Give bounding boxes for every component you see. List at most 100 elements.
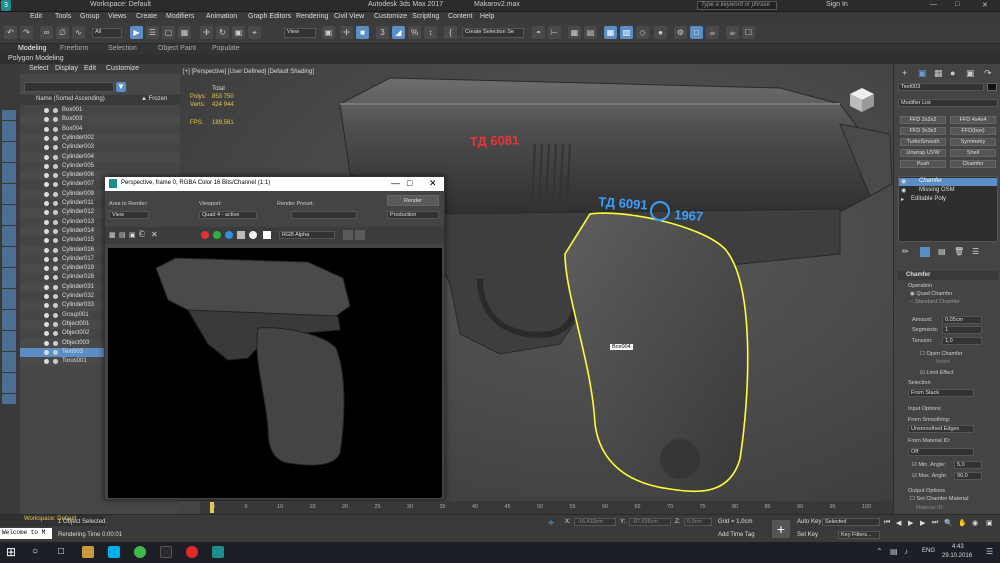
open-chamfer-checkbox[interactable]: ☐ Open Chamfer	[920, 351, 963, 357]
menu-views[interactable]: Views	[108, 13, 127, 20]
area-to-render-select[interactable]: View	[109, 211, 149, 219]
edit-named-sel-icon[interactable]: {	[444, 26, 457, 39]
scale-icon[interactable]: ▣	[232, 26, 245, 39]
min-angle-spinner[interactable]: 5,0	[954, 461, 982, 469]
pin-stack-icon[interactable]: ✏	[902, 247, 909, 256]
render-window-minimize-icon[interactable]: —	[391, 178, 400, 188]
visibility-icon[interactable]	[44, 108, 49, 113]
menu-graph-editors[interactable]: Graph Editors	[248, 13, 291, 20]
modifier-button-ffd-3x3x3[interactable]: FFD 3x3x3	[900, 127, 946, 135]
close-icon[interactable]: ✕	[982, 1, 988, 9]
selection-key-select[interactable]: Selected	[822, 518, 880, 526]
monochrome-toggle[interactable]	[249, 231, 257, 239]
window-crossing-icon[interactable]: ▦	[178, 26, 191, 39]
modifier-list-select[interactable]: Modifier List	[898, 99, 998, 107]
explorer-menu-edit[interactable]: Edit	[84, 65, 96, 72]
language-indicator[interactable]: ENG	[922, 548, 935, 554]
max-angle-spinner[interactable]: 90,0	[954, 472, 982, 480]
modifier-button-ffd-box-[interactable]: FFD(box)	[950, 127, 996, 135]
file-explorer-icon[interactable]	[82, 546, 94, 558]
app-logo-icon[interactable]: 3	[1, 0, 11, 11]
placement-icon[interactable]: ⌖	[248, 26, 261, 39]
x-coord-field[interactable]: -16,430cm	[574, 518, 616, 526]
visibility-icon[interactable]	[44, 331, 49, 337]
select-by-name-icon[interactable]: ☰	[146, 26, 159, 39]
green-channel-toggle[interactable]	[213, 231, 221, 239]
show-end-result-icon[interactable]	[920, 247, 930, 257]
menu-help[interactable]: Help	[480, 13, 494, 20]
render-button[interactable]: Render	[387, 195, 439, 206]
visibility-icon[interactable]	[44, 266, 49, 272]
select-manipulate-icon[interactable]: ✛	[340, 26, 353, 39]
visibility-icon[interactable]	[44, 145, 49, 151]
eye-icon[interactable]: ◉	[901, 178, 906, 185]
explorer-filter-icon[interactable]	[2, 236, 16, 246]
background-color-swatch[interactable]	[263, 231, 271, 239]
menu-group[interactable]: Group	[80, 13, 99, 20]
link-icon[interactable]: ∞	[40, 26, 53, 39]
absolute-mode-icon[interactable]: ✛	[548, 519, 554, 527]
smoothing-select[interactable]: Unsmoothed Edges	[908, 425, 974, 433]
visibility-icon[interactable]	[44, 275, 49, 281]
set-chamfer-material-checkbox[interactable]: ☐ Set Chamfer Material	[910, 496, 968, 502]
quad-chamfer-radio[interactable]: ◉ Quad Chamfer	[910, 291, 952, 297]
explorer-filter-icon[interactable]	[2, 141, 16, 152]
maximize-viewport-icon[interactable]: ▣	[986, 519, 993, 527]
unlink-icon[interactable]: ∅	[56, 26, 69, 39]
scene-item[interactable]: Cylinder004	[20, 152, 180, 162]
sign-in-link[interactable]: Sign In	[826, 1, 848, 8]
modify-tab-icon[interactable]: ▣	[918, 68, 927, 79]
explorer-filter-icon[interactable]	[2, 362, 16, 372]
invert-checkbox[interactable]: Invert	[936, 359, 950, 365]
scene-item[interactable]: Box004	[20, 124, 180, 134]
scene-item[interactable]: Cylinder005	[20, 161, 180, 172]
ribbon-tab-selection[interactable]: Selection	[108, 45, 137, 52]
visibility-icon[interactable]	[44, 294, 49, 299]
prev-frame-icon[interactable]: ◀	[896, 519, 901, 527]
chamfer-rollout-header[interactable]: Chamfer	[898, 271, 998, 280]
timeline[interactable]: 0 5 10 15 20 25 30 35 40 45 50 55 60 65 70 75 80 85 90 95 10…	[180, 501, 893, 514]
rendered-frame-window-icon[interactable]: □	[690, 26, 703, 39]
visibility-icon[interactable]	[44, 340, 49, 346]
network-icon[interactable]: ▤	[890, 547, 898, 556]
stack-item-editable-poly[interactable]: ▸ Editable Poly	[899, 196, 997, 204]
modifier-button-ffd-4x4x4[interactable]: FFD 4x4x4	[950, 116, 996, 124]
alpha-channel-toggle[interactable]	[237, 231, 245, 239]
app-icon[interactable]	[160, 546, 172, 558]
render-setup-icon[interactable]: ⚙	[674, 26, 687, 39]
visibility-icon[interactable]	[44, 117, 49, 123]
segments-spinner[interactable]: 1	[942, 326, 982, 334]
menu-customize[interactable]: Customize	[374, 13, 407, 20]
explorer-filter-icon[interactable]	[2, 246, 16, 257]
tray-arrow-icon[interactable]: ⌃	[876, 547, 883, 556]
menu-rendering[interactable]: Rendering	[296, 13, 328, 20]
visibility-icon[interactable]	[44, 219, 49, 225]
render-preset-select[interactable]	[291, 211, 357, 219]
volume-icon[interactable]: ♪	[904, 547, 908, 556]
make-unique-icon[interactable]: ▤	[938, 247, 946, 256]
visibility-icon[interactable]	[44, 359, 49, 365]
copy-image-icon[interactable]: ▤	[119, 231, 126, 239]
ribbon-tab-modeling[interactable]: Modeling	[18, 45, 46, 52]
explorer-filter-icon[interactable]	[2, 173, 16, 183]
explorer-filter-icon[interactable]	[2, 120, 16, 131]
maximize-icon[interactable]: □	[955, 1, 959, 8]
scene-item[interactable]: Cylinder003	[20, 143, 180, 153]
blue-channel-toggle[interactable]	[225, 231, 233, 239]
explorer-filter-icon[interactable]	[2, 225, 16, 236]
production-select[interactable]: Production	[387, 211, 439, 219]
material-id-select[interactable]: Off	[908, 448, 974, 456]
spinner-snap-icon[interactable]: ↕	[424, 26, 437, 39]
activeshade-icon[interactable]: ☐	[742, 26, 755, 39]
snaps-toggle-icon[interactable]: 3	[376, 26, 389, 39]
move-icon[interactable]: ✛	[200, 26, 213, 39]
explorer-filter-icon[interactable]	[2, 372, 16, 383]
visibility-icon[interactable]	[44, 303, 49, 309]
explorer-filter-icon[interactable]	[2, 267, 16, 278]
set-key-button[interactable]: Set Key	[797, 532, 818, 538]
explorer-filter-icon[interactable]	[2, 309, 16, 320]
scene-search-input[interactable]	[24, 82, 114, 92]
eye-icon[interactable]: ◉	[901, 187, 906, 194]
explorer-filter-icon[interactable]	[2, 204, 16, 215]
task-view-icon[interactable]: □	[58, 546, 64, 557]
